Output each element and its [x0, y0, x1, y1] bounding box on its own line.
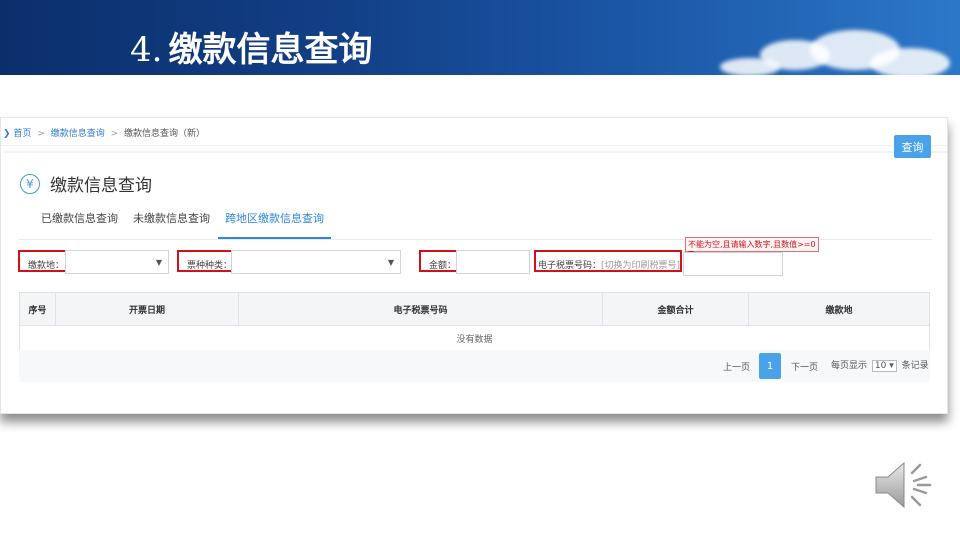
column-header-payment-place[interactable]: 缴款地 — [748, 292, 930, 326]
per-page-suffix: 条记录 — [901, 361, 929, 371]
breadcrumb-separator: > — [110, 129, 119, 139]
switch-print-ticket-link[interactable]: [切换为印刷税票号] — [601, 261, 680, 271]
tax-type-select[interactable]: ▼ — [231, 250, 401, 274]
eticket-input[interactable] — [683, 252, 783, 276]
chevron-down-icon: ▼ — [155, 258, 162, 267]
column-header-eticket[interactable]: 电子税票号码 — [238, 292, 603, 326]
column-header-date[interactable]: 开票日期 — [55, 292, 239, 326]
breadcrumb-home[interactable]: 首页 — [13, 129, 31, 139]
breadcrumb: ❯ 首页 > 缴款信息查询 > 缴款信息查询（新） — [1, 118, 947, 146]
page-size-control: 每页显示 10 ▾ 条记录 — [831, 358, 929, 372]
column-header-amount[interactable]: 金额合计 — [602, 292, 749, 326]
validation-error-tip: 不能为空,且请输入数字,且数值>=0 — [685, 237, 819, 254]
tab-bar: 已缴款信息查询 未缴款信息查询 跨地区缴款信息查询 — [41, 210, 346, 239]
slide-title-text: 缴款信息查询 — [168, 30, 373, 70]
amount-label: 金额： — [429, 261, 457, 271]
query-button[interactable]: 查询 — [894, 135, 931, 158]
per-page-prefix: 每页显示 — [831, 361, 868, 371]
tax-type-label: 票种种类： — [187, 261, 233, 271]
results-table: 序号 开票日期 电子税票号码 金额合计 缴款地 没有数据 — [19, 292, 930, 352]
next-page-button[interactable]: 下一页 — [791, 360, 818, 373]
slide-number: 4. — [130, 30, 163, 70]
slide-title: 4. 缴款信息查询 — [130, 22, 372, 71]
breadcrumb-parent[interactable]: 缴款信息查询 — [51, 129, 105, 139]
chevron-down-icon: ▼ — [387, 258, 394, 267]
table-row-empty: 没有数据 — [19, 325, 930, 352]
slide-banner: 4. 缴款信息查询 — [0, 0, 960, 75]
page-title: 缴款信息查询 — [50, 176, 152, 196]
tab-cross-region-query[interactable]: 跨地区缴款信息查询 — [218, 210, 331, 239]
page-size-select[interactable]: 10 ▾ — [871, 360, 897, 372]
home-icon[interactable]: ❯ — [3, 129, 11, 139]
eticket-label: 电子税票号码：[切换为印刷税票号] — [538, 261, 681, 271]
prev-page-button[interactable]: 上一页 — [723, 360, 750, 373]
speaker-icon[interactable] — [870, 455, 940, 515]
screenshot-panel: ❯ 首页 > 缴款信息查询 > 缴款信息查询（新） ¥ 缴款信息查询 已缴款信息… — [0, 117, 948, 414]
tab-paid-query[interactable]: 已缴款信息查询 — [41, 210, 118, 239]
empty-message: 没有数据 — [19, 325, 930, 352]
amount-input[interactable] — [456, 250, 530, 274]
tab-unpaid-query[interactable]: 未缴款信息查询 — [133, 210, 210, 239]
page-1-button[interactable]: 1 — [759, 353, 781, 379]
payment-place-select[interactable]: ▼ — [65, 250, 169, 274]
page-heading: ¥ 缴款信息查询 — [20, 171, 152, 196]
breadcrumb-current: 缴款信息查询（新） — [124, 129, 206, 139]
yen-circle-icon: ¥ — [20, 173, 40, 194]
payment-place-label: 缴款地： — [28, 261, 65, 271]
breadcrumb-separator: > — [37, 129, 45, 139]
column-header-index[interactable]: 序号 — [19, 292, 56, 326]
pagination: 上一页 1 下一页 每页显示 10 ▾ 条记录 — [19, 350, 930, 382]
